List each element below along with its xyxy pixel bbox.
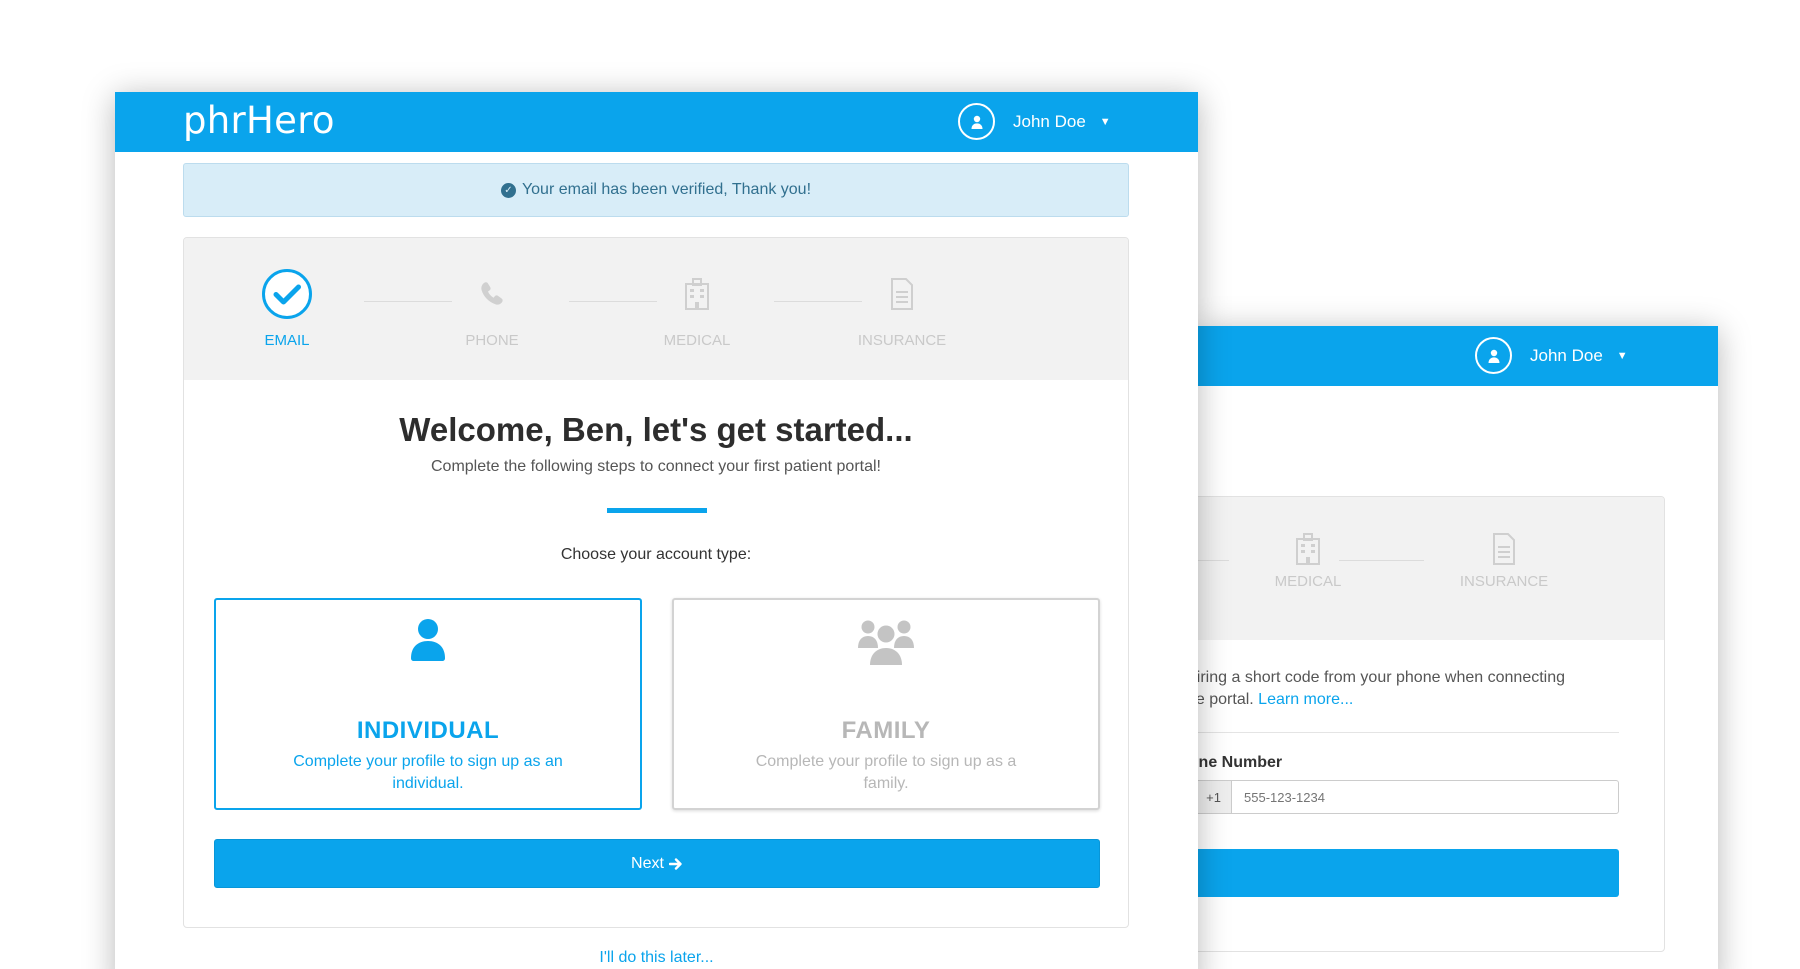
phone-input[interactable] (1231, 780, 1619, 814)
user-icon (958, 103, 995, 140)
account-option-family[interactable]: FAMILY Complete your profile to sign up … (672, 598, 1100, 810)
document-icon (1434, 533, 1574, 573)
hospital-icon (685, 278, 709, 310)
user-name: John Doe (1013, 111, 1086, 131)
logo[interactable]: phrHero (183, 99, 335, 142)
back-window: John Doe ▼ MEDICAL INSURANCE quiring a s… (1198, 326, 1718, 969)
phone-info-line1: quiring a short code from your phone whe… (1198, 669, 1566, 686)
step-phone: PHONE (422, 238, 562, 349)
header-bar: phrHero John Doe ▼ (115, 92, 1198, 152)
phone-info-line2: nce portal. (1198, 691, 1254, 708)
verification-alert: ✓ Your email has been verified, Thank yo… (183, 163, 1129, 217)
alert-text: Your email has been verified, Thank you! (521, 181, 812, 198)
back-card: MEDICAL INSURANCE quiring a short code f… (1198, 496, 1665, 952)
page-title: Welcome, Ben, let's get started... (399, 411, 913, 448)
front-window: phrHero John Doe ▼ ✓ Your email has been… (115, 92, 1198, 969)
step-email: EMAIL (217, 238, 357, 349)
account-option-title: INDIVIDUAL (356, 717, 500, 744)
phone-label: hone Number (1198, 754, 1283, 771)
hospital-icon (1238, 533, 1378, 573)
skip-link[interactable]: I'll do this later... (115, 949, 1198, 967)
step-label: PHONE (465, 332, 519, 349)
page-subtitle: Complete the following steps to connect … (430, 458, 881, 475)
step-label: INSURANCE (857, 332, 947, 349)
account-option-title: FAMILY (841, 717, 931, 744)
check-circle-icon (262, 269, 312, 319)
phone-icon (481, 282, 503, 305)
caret-down-icon: ▼ (1099, 115, 1111, 128)
users-icon (858, 620, 914, 665)
account-option-description: Complete your profile to sign up as a fa… (755, 753, 1017, 792)
phone-prefix: +1 (1198, 780, 1231, 814)
back-stepper: MEDICAL INSURANCE (1198, 497, 1664, 640)
arrow-right-icon (668, 857, 682, 870)
stepper: EMAIL PHONE MEDICAL INSURANCE (184, 238, 1128, 380)
account-type-prompt: Choose your account type: (560, 546, 752, 563)
step-connector (1198, 560, 1229, 561)
back-header-bar: John Doe ▼ (1198, 326, 1718, 386)
step-connector (1339, 560, 1424, 561)
step-label: INSURANCE (1459, 573, 1549, 590)
accent-divider (607, 508, 707, 513)
step-label: EMAIL (264, 332, 310, 349)
user-menu[interactable]: John Doe ▼ (958, 103, 1111, 140)
back-user-menu[interactable]: John Doe ▼ (1475, 337, 1628, 374)
check-circle-icon: ✓ (500, 182, 516, 198)
divider (1198, 732, 1619, 733)
next-button[interactable]: Next (214, 839, 1100, 888)
onboarding-card: EMAIL PHONE MEDICAL INSURANCE Welcome, B… (183, 237, 1129, 928)
step-insurance: INSURANCE (1434, 497, 1574, 590)
caret-down-icon: ▼ (1616, 349, 1628, 362)
account-option-description: Complete your profile to sign up as an i… (293, 753, 563, 792)
user-icon (1475, 337, 1512, 374)
step-label: MEDICAL (1274, 573, 1342, 590)
learn-more-link[interactable]: Learn more... (1258, 691, 1353, 708)
user-name: John Doe (1530, 345, 1603, 365)
user-icon (411, 619, 445, 661)
account-option-individual[interactable]: INDIVIDUAL Complete your profile to sign… (214, 598, 642, 810)
step-label: MEDICAL (663, 332, 731, 349)
step-medical: MEDICAL (1238, 497, 1378, 590)
phone-info-text: quiring a short code from your phone whe… (1198, 667, 1634, 711)
step-insurance: INSURANCE (832, 238, 972, 349)
document-icon (891, 278, 913, 310)
step-medical: MEDICAL (627, 238, 767, 349)
next-button-label: Next (631, 854, 664, 872)
back-next-button[interactable] (1198, 849, 1619, 897)
